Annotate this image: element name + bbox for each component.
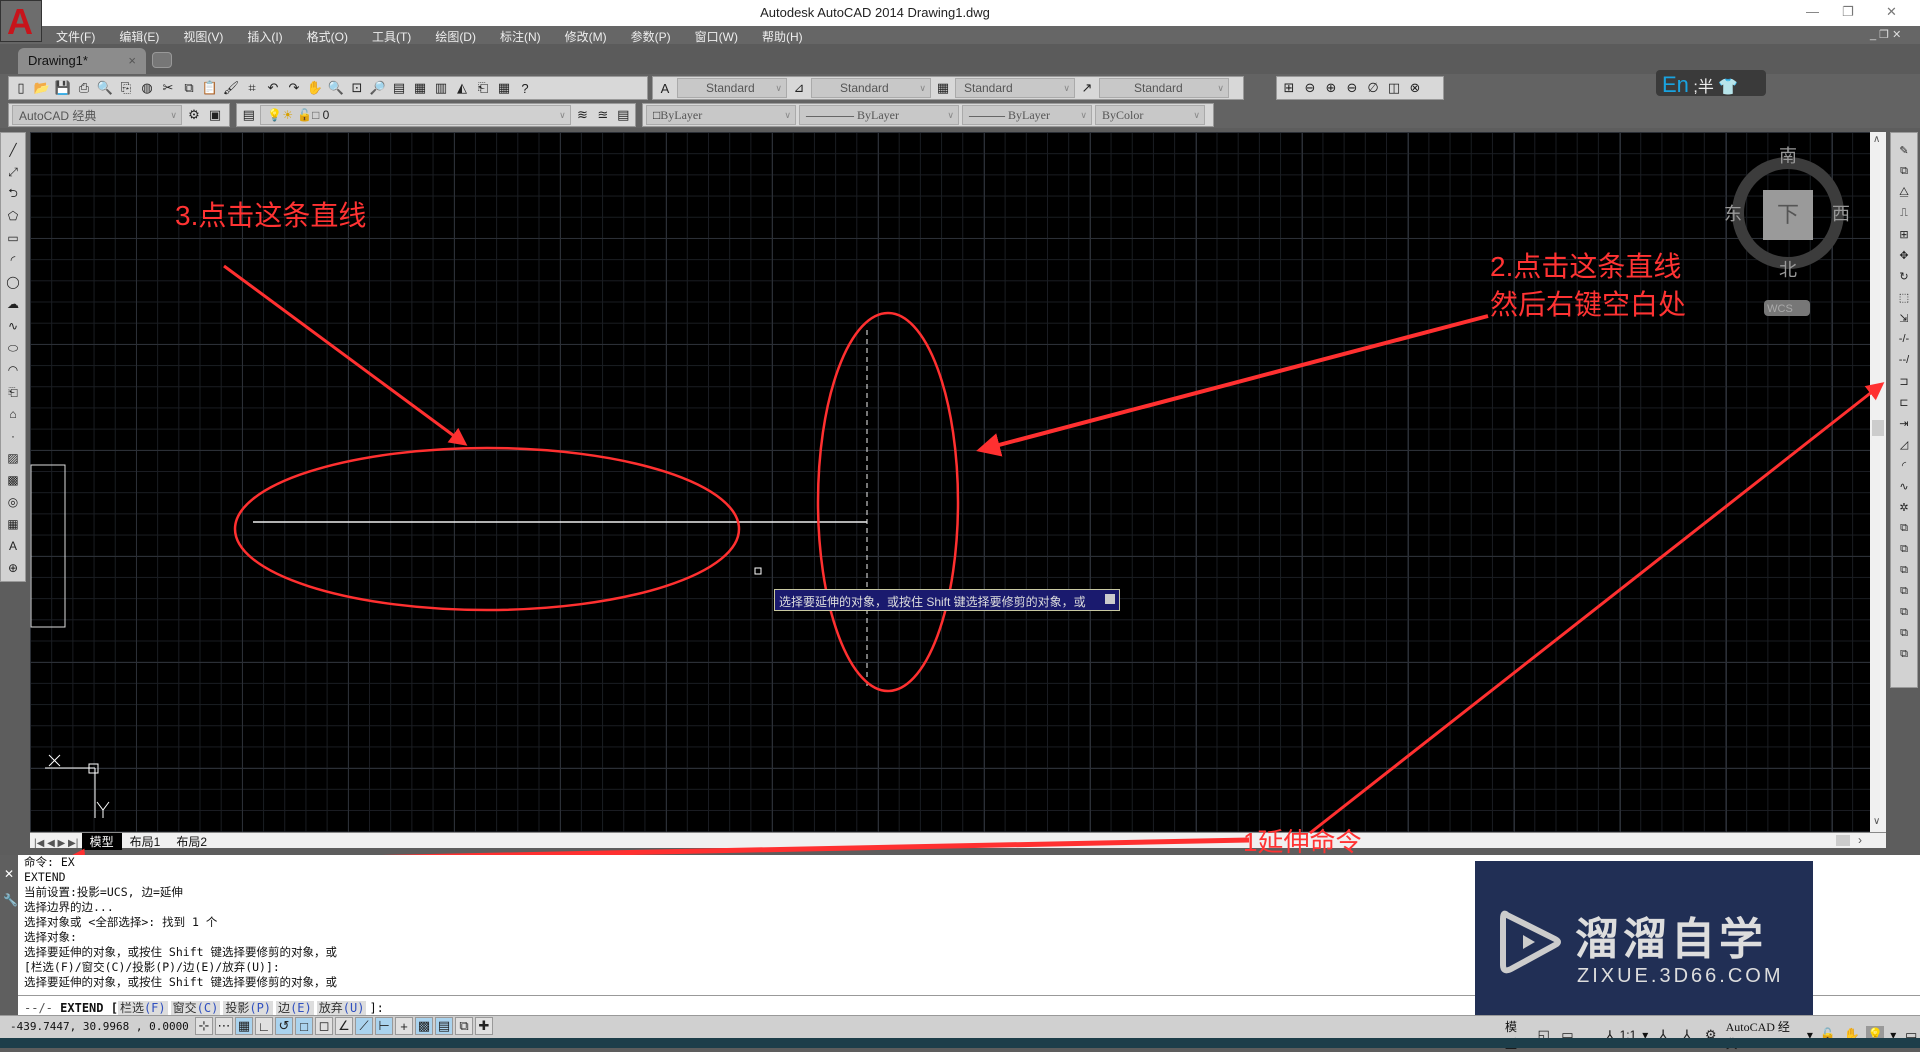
command-history-line: [栏选(F)/窗交(C)/投影(P)/边(E)/放弃(U)]: [24, 960, 280, 974]
coordinates-readout: -439.7447, 30.9968 , 0.0000 [10, 1020, 189, 1033]
autocad-logo: A [7, 1, 33, 42]
object-snap-toggle[interactable]: □ [295, 1017, 313, 1035]
command-option-4[interactable]: 放弃(U) [316, 1001, 367, 1015]
transparency-toggle[interactable]: ▩ [415, 1017, 433, 1035]
object-snap-tracking-toggle[interactable]: ∠ [335, 1017, 353, 1035]
command-history-line: 选择对象: [24, 930, 77, 944]
selection-cycling-toggle[interactable]: ⧉ [455, 1017, 473, 1035]
lineweight-toggle[interactable]: + [395, 1017, 413, 1035]
pickbox-cursor [754, 567, 762, 575]
play-logo-icon [1500, 910, 1561, 974]
3d-object-snap-toggle[interactable]: ◻ [315, 1017, 333, 1035]
arrow-step3 [223, 264, 468, 446]
command-option-1[interactable]: 窗交(C) [170, 1001, 221, 1015]
ucs-icon [45, 754, 110, 818]
dynamic-input-toggle[interactable]: ⊢ [375, 1017, 393, 1035]
annotation-step2-line1: 2.点击这条直线 [1490, 251, 1682, 282]
viewcube-east[interactable]: 东 [1724, 204, 1742, 224]
dynamic-input-tooltip: 选择要延伸的对象，或按住 Shift 键选择要修剪的对象，或 [774, 589, 1120, 611]
partial-rectangle [30, 464, 66, 628]
viewcube[interactable]: 下 南 东 西 北 WCS [1724, 146, 1850, 316]
highlight-ellipse-line [233, 446, 741, 612]
command-history-line: 选择要延伸的对象，或按住 Shift 键选择要修剪的对象，或 [24, 945, 337, 959]
command-window-handle[interactable]: ✕ 🔧 [0, 855, 18, 1015]
command-history-line: EXTEND [24, 870, 66, 884]
viewcube-west[interactable]: 西 [1832, 204, 1850, 224]
command-history-line: 选择要延伸的对象，或按住 Shift 键选择要修剪的对象，或 [24, 975, 337, 989]
command-history-line: 选择对象或 <全部选择>: 找到 1 个 [24, 915, 218, 929]
dynamic-ucs-toggle[interactable]: ⟋ [355, 1017, 373, 1035]
arrow-step2 [976, 314, 1489, 457]
command-history-line: 命令: EX [24, 855, 75, 869]
viewcube-north[interactable]: 北 [1779, 260, 1797, 280]
viewcube-face: 下 [1777, 202, 1799, 227]
infer-constraints-toggle[interactable]: ⊹ [195, 1017, 213, 1035]
command-prompt-icon: --/- [24, 1001, 53, 1015]
annotation-step3: 3.点击这条直线 [175, 200, 367, 231]
snap-mode-toggle[interactable]: ⋯ [215, 1017, 233, 1035]
annotation-step2-line2: 然后右键空白处 [1490, 289, 1687, 320]
watermark-logo: 溜溜自学 ZIXUE.3D66.COM [1475, 861, 1813, 1021]
wcs-menu[interactable]: WCS [1767, 303, 1793, 315]
command-history-line: 当前设置:投影=UCS, 边=延伸 [24, 885, 183, 899]
command-history-line: 选择边界的边... [24, 900, 114, 914]
polar-tracking-toggle[interactable]: ↺ [275, 1017, 293, 1035]
grid-display-toggle[interactable]: ▦ [235, 1017, 253, 1035]
customize-wrench-icon[interactable]: 🔧 [3, 893, 18, 907]
annotation-monitor-toggle[interactable]: ✚ [475, 1017, 493, 1035]
taskbar [0, 1038, 1920, 1048]
ortho-mode-toggle[interactable]: ∟ [255, 1017, 273, 1035]
highlight-ellipse-boundary [816, 311, 960, 693]
command-option-2[interactable]: 投影(P) [223, 1001, 274, 1015]
close-command-icon[interactable]: ✕ [4, 867, 14, 881]
quick-properties-toggle[interactable]: ▤ [435, 1017, 453, 1035]
command-option-3[interactable]: 边(E) [276, 1001, 314, 1015]
arrow-step1-toolbar [1309, 382, 1885, 835]
viewcube-south[interactable]: 南 [1779, 146, 1797, 166]
status-bar: -439.7447, 30.9968 , 0.0000 ⊹ ⋯ ▦ ∟ ↺ □ ◻ ∠ ⟋ ⊢ + ▩… [0, 1015, 1920, 1051]
annotation-step1: 1延伸命令 [1243, 827, 1362, 857]
command-option-0[interactable]: 栏选(F) [117, 1001, 168, 1015]
expand-icon[interactable] [1105, 594, 1115, 604]
command-history: 命令: EX EXTEND 当前设置:投影=UCS, 边=延伸 选择边界的边... 选择… [24, 855, 337, 990]
application-menu-button[interactable]: A [0, 0, 42, 42]
